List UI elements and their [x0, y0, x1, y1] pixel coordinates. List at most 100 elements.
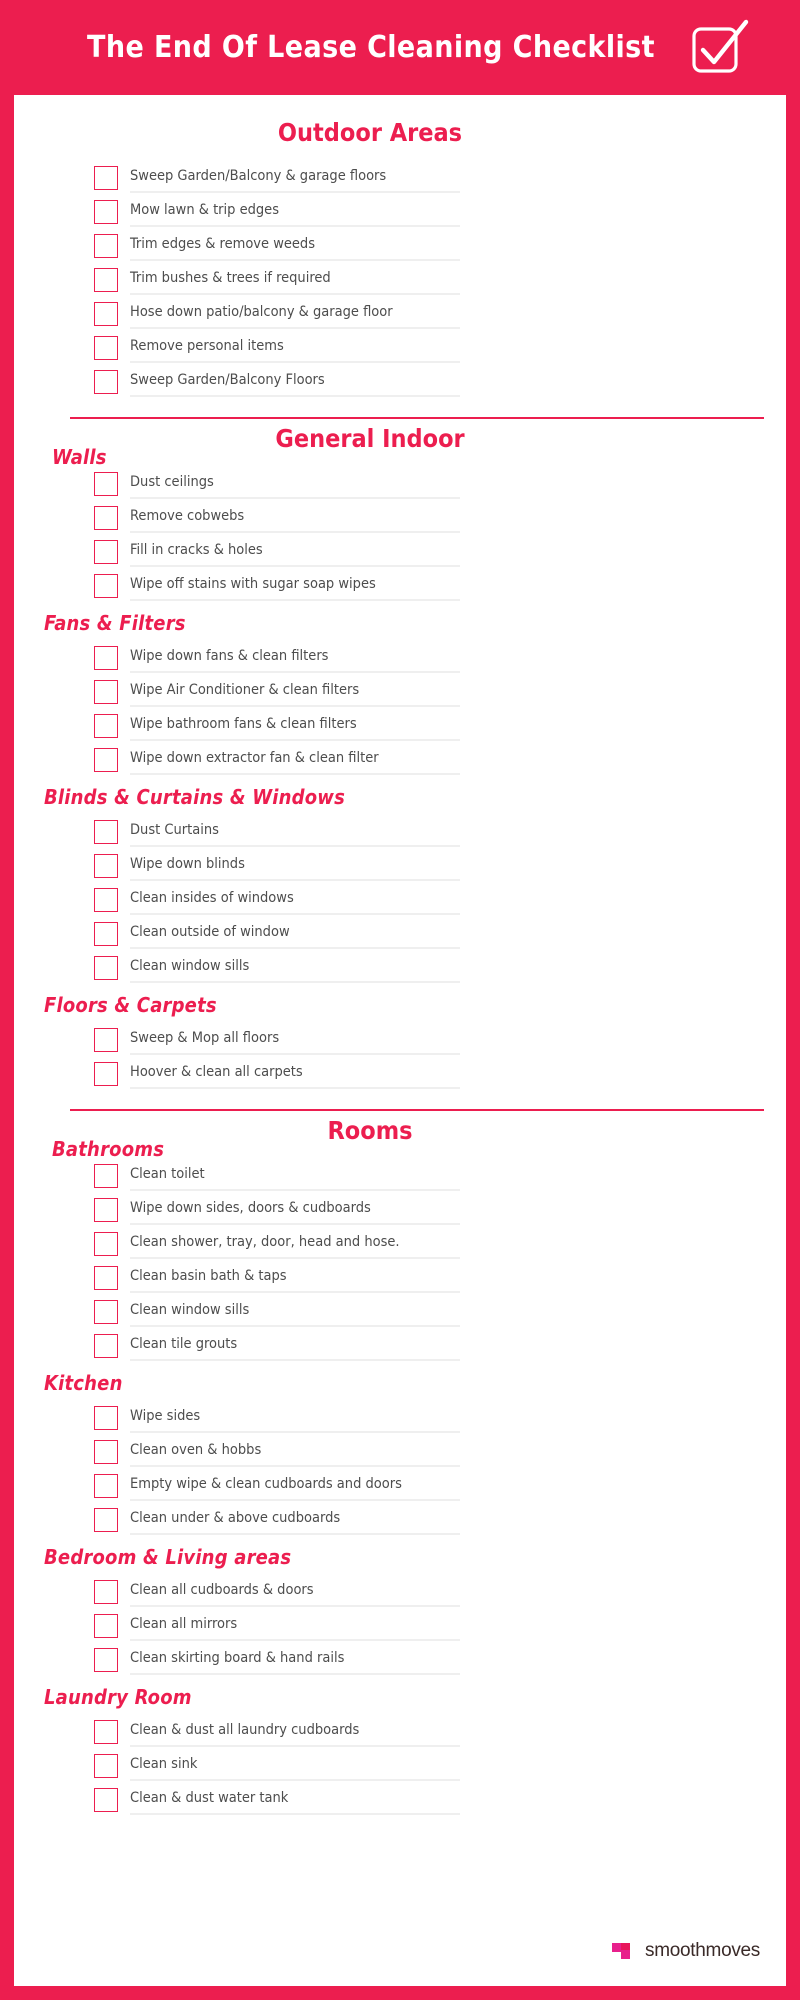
checklist-item-label: Clean shower, tray, door, head and hose.	[130, 1229, 460, 1259]
section-divider	[70, 1109, 764, 1111]
checklist-row[interactable]: Remove cobwebs	[36, 499, 764, 533]
checkbox[interactable]	[94, 922, 118, 946]
checklist-row[interactable]: Trim edges & remove weeds	[36, 227, 764, 261]
checklist-row[interactable]: Clean under & above cudboards	[36, 1501, 764, 1535]
checklist-row[interactable]: Clean window sills	[36, 949, 764, 983]
checklist-item-label: Trim edges & remove weeds	[130, 231, 460, 261]
checklist-row[interactable]: Wipe down blinds	[36, 847, 764, 881]
checkbox[interactable]	[94, 854, 118, 878]
checklist-item-label: Wipe down blinds	[130, 851, 460, 881]
checklist-row[interactable]: Wipe Air Conditioner & clean filters	[36, 673, 764, 707]
checkbox[interactable]	[94, 506, 118, 530]
checkbox[interactable]	[94, 1300, 118, 1324]
checklist-item-label: Dust ceilings	[130, 469, 460, 499]
checkbox[interactable]	[94, 1720, 118, 1744]
checklist-row[interactable]: Wipe off stains with sugar soap wipes	[36, 567, 764, 601]
checklist-item-label: Trim bushes & trees if required	[130, 265, 460, 295]
checkbox[interactable]	[94, 302, 118, 326]
checklist-row[interactable]: Clean & dust water tank	[36, 1781, 764, 1815]
checklist-row[interactable]: Clean window sills	[36, 1293, 764, 1327]
checkbox[interactable]	[94, 1028, 118, 1052]
checkbox[interactable]	[94, 200, 118, 224]
checkbox[interactable]	[94, 1614, 118, 1638]
checklist-group-fans-filters: Wipe down fans & clean filters Wipe Air …	[36, 639, 764, 775]
checkbox[interactable]	[94, 748, 118, 772]
checklist-row[interactable]: Clean outside of window	[36, 915, 764, 949]
checkbox[interactable]	[94, 1508, 118, 1532]
checklist-row[interactable]: Hose down patio/balcony & garage floor	[36, 295, 764, 329]
checklist-row[interactable]: Sweep Garden/Balcony & garage floors	[36, 159, 764, 193]
checklist-row[interactable]: Clean oven & hobbs	[36, 1433, 764, 1467]
checklist-item-label: Wipe down sides, doors & cudboards	[130, 1195, 460, 1225]
checklist-row[interactable]: Fill in cracks & holes	[36, 533, 764, 567]
checkbox[interactable]	[94, 956, 118, 980]
subsection-title-walls: Walls	[52, 445, 107, 469]
checklist-row[interactable]: Clean all cudboards & doors	[36, 1573, 764, 1607]
brand-name: smoothmoves	[645, 1940, 760, 1961]
checkbox[interactable]	[94, 1474, 118, 1498]
checklist-row[interactable]: Clean sink	[36, 1747, 764, 1781]
checklist-row[interactable]: Dust Curtains	[36, 813, 764, 847]
checkbox[interactable]	[94, 1648, 118, 1672]
checkbox[interactable]	[94, 1232, 118, 1256]
section-general-indoor: General Indoor Walls Dust ceilings Remov…	[36, 425, 764, 1089]
footer-brand: smoothmoves	[606, 1932, 760, 1970]
checkbox[interactable]	[94, 1198, 118, 1222]
checklist-group-walls: Dust ceilings Remove cobwebs Fill in cra…	[36, 465, 764, 601]
checkbox[interactable]	[94, 888, 118, 912]
checklist-item-label: Clean window sills	[130, 953, 460, 983]
checklist-row[interactable]: Empty wipe & clean cudboards and doors	[36, 1467, 764, 1501]
checklist-row[interactable]: Mow lawn & trip edges	[36, 193, 764, 227]
checklist-row[interactable]: Sweep Garden/Balcony Floors	[36, 363, 764, 397]
checkbox[interactable]	[94, 1580, 118, 1604]
checkbox[interactable]	[94, 268, 118, 292]
checkbox[interactable]	[94, 472, 118, 496]
checklist-row[interactable]: Clean tile grouts	[36, 1327, 764, 1361]
checkbox[interactable]	[94, 714, 118, 738]
checklist-row[interactable]: Clean toilet	[36, 1157, 764, 1191]
checkbox[interactable]	[94, 646, 118, 670]
checklist-row[interactable]: Wipe down sides, doors & cudboards	[36, 1191, 764, 1225]
checkbox[interactable]	[94, 540, 118, 564]
checklist-row[interactable]: Clean all mirrors	[36, 1607, 764, 1641]
checklist-item-label: Sweep Garden/Balcony & garage floors	[130, 163, 460, 193]
checkbox[interactable]	[94, 1334, 118, 1358]
checklist-row[interactable]: Clean shower, tray, door, head and hose.	[36, 1225, 764, 1259]
checkbox[interactable]	[94, 1440, 118, 1464]
checklist-row[interactable]: Wipe down fans & clean filters	[36, 639, 764, 673]
section-rooms: Rooms Bathrooms Clean toilet Wipe down s…	[36, 1117, 764, 1815]
checklist-item-label: Clean basin bath & taps	[130, 1263, 460, 1293]
checklist-row[interactable]: Clean basin bath & taps	[36, 1259, 764, 1293]
checklist-item-label: Wipe bathroom fans & clean filters	[130, 711, 460, 741]
checklist-item-label: Wipe sides	[130, 1403, 460, 1433]
checkbox[interactable]	[94, 820, 118, 844]
checkbox[interactable]	[94, 1266, 118, 1290]
checkbox[interactable]	[94, 1164, 118, 1188]
checklist-item-label: Clean under & above cudboards	[130, 1505, 460, 1535]
checklist-row[interactable]: Clean & dust all laundry cudboards	[36, 1713, 764, 1747]
checkbox[interactable]	[94, 1788, 118, 1812]
checklist-row[interactable]: Wipe bathroom fans & clean filters	[36, 707, 764, 741]
checklist-row[interactable]: Clean skirting board & hand rails	[36, 1641, 764, 1675]
checkbox[interactable]	[94, 1754, 118, 1778]
checklist-item-label: Fill in cracks & holes	[130, 537, 460, 567]
checklist-row[interactable]: Wipe down extractor fan & clean filter	[36, 741, 764, 775]
checkbox[interactable]	[94, 1406, 118, 1430]
checkbox[interactable]	[94, 370, 118, 394]
checklist-row[interactable]: Hoover & clean all carpets	[36, 1055, 764, 1089]
checklist-row[interactable]: Wipe sides	[36, 1399, 764, 1433]
checkbox[interactable]	[94, 336, 118, 360]
checklist-row[interactable]: Clean insides of windows	[36, 881, 764, 915]
checkbox[interactable]	[94, 234, 118, 258]
checkbox[interactable]	[94, 680, 118, 704]
checked-checkbox-icon	[688, 17, 750, 79]
checklist-item-label: Clean all mirrors	[130, 1611, 460, 1641]
subsection-title-bathrooms: Bathrooms	[52, 1137, 165, 1161]
checkbox[interactable]	[94, 1062, 118, 1086]
checkbox[interactable]	[94, 574, 118, 598]
checklist-row[interactable]: Remove personal items	[36, 329, 764, 363]
checklist-row[interactable]: Trim bushes & trees if required	[36, 261, 764, 295]
checklist-row[interactable]: Dust ceilings	[36, 465, 764, 499]
checkbox[interactable]	[94, 166, 118, 190]
checklist-row[interactable]: Sweep & Mop all floors	[36, 1021, 764, 1055]
